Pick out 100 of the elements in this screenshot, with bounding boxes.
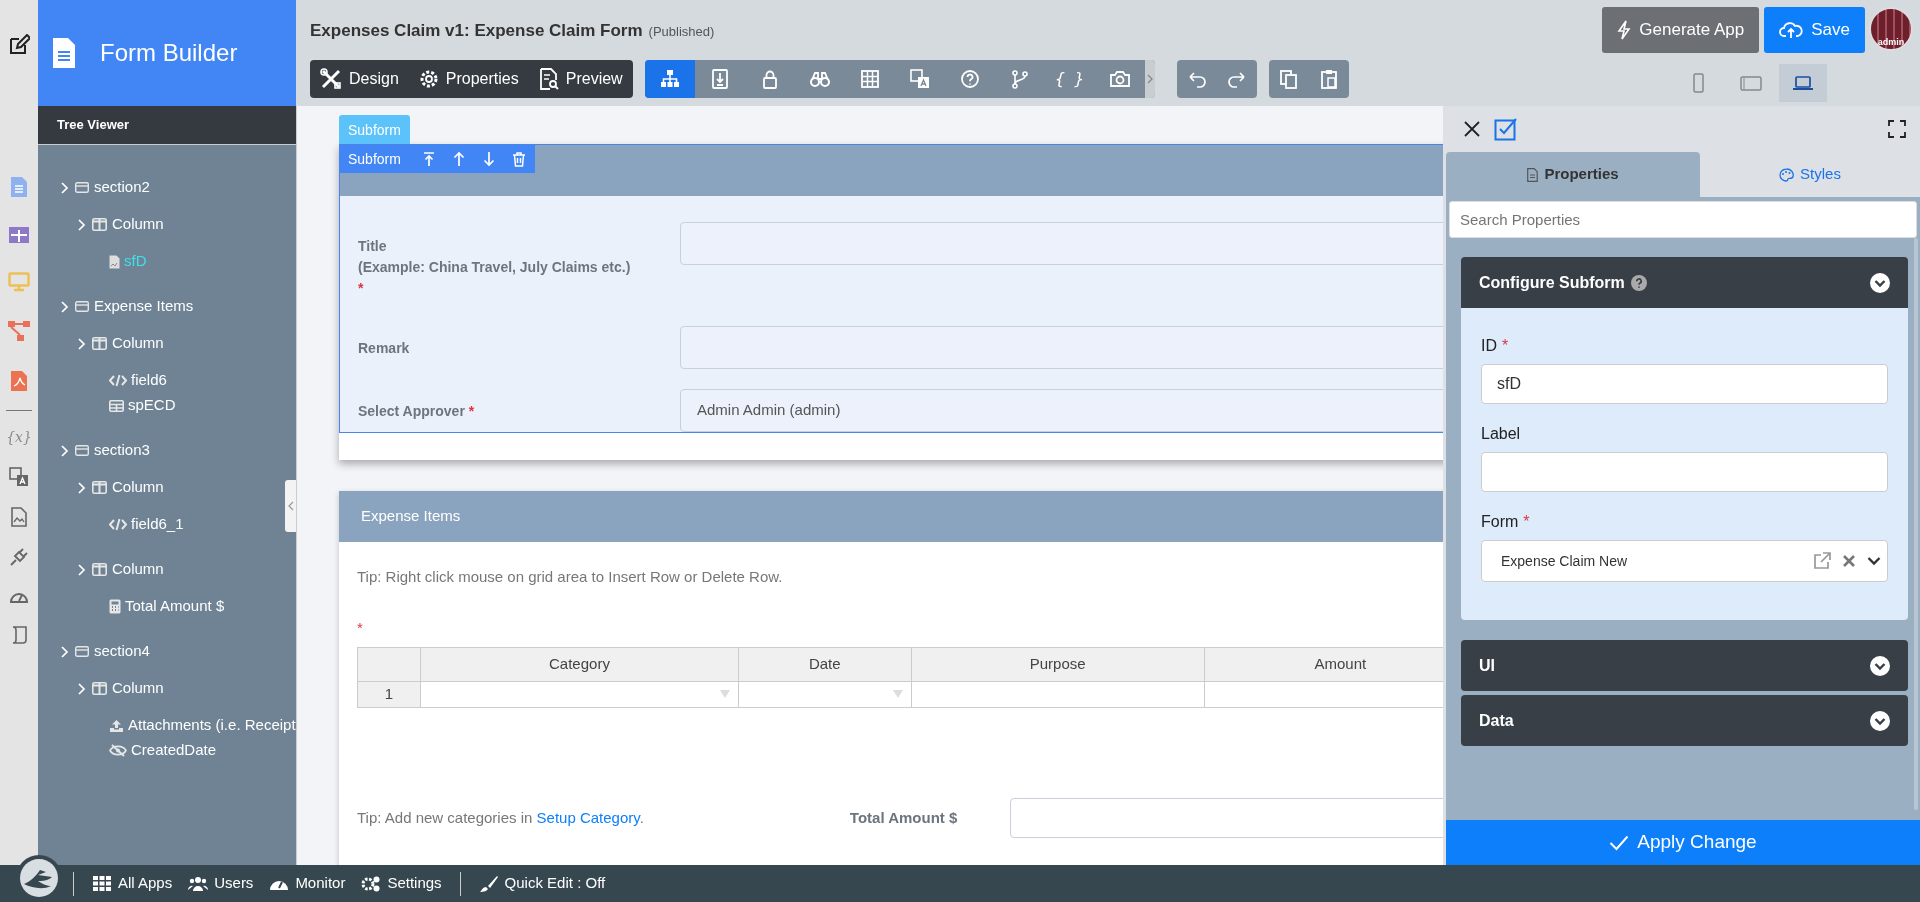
collapse-handle[interactable]	[285, 480, 296, 532]
accordion-header[interactable]: Data	[1461, 695, 1908, 746]
tree-item[interactable]: spECD	[38, 393, 176, 418]
translate-icon	[9, 467, 29, 487]
chevron-down-icon[interactable]	[1870, 272, 1890, 293]
tree-item[interactable]: Column	[38, 670, 164, 707]
file-icon	[1527, 167, 1539, 182]
tree-item[interactable]: sfD	[38, 249, 147, 274]
mode-button[interactable]: Preview	[528, 60, 633, 98]
input-field[interactable]: sfD	[1481, 364, 1888, 404]
plug-icon	[9, 547, 29, 567]
clear-icon[interactable]	[1843, 555, 1855, 567]
tree-item[interactable]: Column	[38, 469, 164, 506]
generate-button[interactable]: Generate App	[1602, 7, 1760, 53]
external-link-icon[interactable]	[1813, 552, 1831, 570]
tab[interactable]: Properties	[1446, 152, 1700, 197]
laptop-icon	[1792, 73, 1814, 93]
panel-icon	[75, 445, 89, 456]
column-header: Purpose	[911, 647, 1205, 682]
code-icon	[109, 374, 127, 387]
tree-item[interactable]: Attachments (i.e. Receipt	[38, 713, 296, 738]
data-grid[interactable]: Category Date Purpose Amount 1	[357, 647, 1443, 708]
tree-item[interactable]: section3	[38, 432, 150, 469]
tree-item[interactable]: field6_1	[38, 512, 184, 537]
input-field[interactable]: Admin Admin (admin)	[680, 389, 1443, 432]
table-icon	[859, 69, 880, 89]
device-button[interactable]	[1779, 64, 1827, 102]
accordion-title: Data	[1479, 710, 1514, 731]
tree-item[interactable]: Column	[38, 551, 164, 588]
footer-link[interactable]: Monitor	[261, 872, 354, 895]
field-label: Total Amount $	[849, 807, 959, 828]
chevron-down-icon[interactable]	[1870, 710, 1890, 731]
hierarchy-icon	[659, 69, 680, 89]
code-tool-button[interactable]: { }	[1044, 60, 1095, 98]
select-field[interactable]: Expense Claim New	[1481, 540, 1888, 582]
chevron-down-icon[interactable]	[1870, 655, 1890, 676]
variables-icon[interactable]: {x}	[6, 427, 32, 447]
footer-link[interactable]: Settings	[353, 872, 450, 895]
input-field[interactable]	[1481, 452, 1888, 492]
avatar[interactable]: admin	[1869, 7, 1913, 51]
footer-link[interactable]: Users	[180, 872, 262, 895]
clipboard-icon	[1318, 69, 1339, 89]
tree-item[interactable]: Column	[38, 325, 164, 362]
camera-icon	[1109, 69, 1130, 89]
lightning-icon	[1617, 20, 1632, 40]
tree-item[interactable]: section2	[38, 169, 150, 206]
chevron-down-icon[interactable]	[1867, 556, 1881, 566]
field-label: Form	[1481, 512, 1519, 532]
tree-item[interactable]: Column	[38, 206, 164, 243]
field-label: Label	[1481, 424, 1521, 444]
accordion-title: Configure Subform	[1479, 272, 1625, 293]
grid-cell[interactable]	[738, 681, 912, 708]
element-tab[interactable]: Subform	[339, 115, 410, 144]
field-label: Select Approver	[358, 402, 465, 421]
field-label: ID	[1481, 336, 1497, 356]
table-icon	[109, 399, 124, 412]
tab[interactable]: Styles	[1700, 152, 1920, 197]
apply-button[interactable]: Apply Change	[1446, 820, 1920, 865]
fullscreen-icon[interactable]	[1888, 120, 1906, 138]
tool-button[interactable]	[644, 60, 695, 98]
tree-item[interactable]: Expense Items	[38, 288, 194, 325]
mode-button[interactable]: Design	[310, 60, 409, 98]
footer-link[interactable]: Quick Edit : Off	[470, 872, 614, 895]
tree-item[interactable]: section4	[38, 633, 150, 670]
brush-icon	[478, 875, 499, 892]
field-hint: (Example: China Travel, July Claims etc.)	[358, 258, 632, 277]
input-field[interactable]	[680, 222, 1443, 265]
accordion-header[interactable]: Configure Subform	[1461, 257, 1908, 308]
panel-icon	[75, 301, 89, 312]
save-button[interactable]: Save	[1764, 7, 1865, 53]
footer-link[interactable]: All Apps	[84, 872, 181, 895]
trash-icon[interactable]	[510, 151, 527, 167]
accordion-header[interactable]: UI	[1461, 640, 1908, 691]
input-field[interactable]	[680, 326, 1443, 369]
grid-cell[interactable]	[420, 681, 739, 708]
columns-icon	[92, 481, 107, 494]
grid-cell[interactable]	[911, 681, 1205, 708]
checkbox-icon[interactable]	[1494, 117, 1518, 141]
column-header: Amount	[1204, 647, 1443, 682]
tree-item[interactable]: field6	[38, 368, 167, 393]
search-field[interactable]: Search Properties	[1449, 201, 1917, 238]
section-title: Expense Items	[361, 506, 461, 527]
tools-icon	[320, 68, 342, 90]
eye-slash-icon	[109, 744, 127, 757]
help-icon	[959, 69, 980, 89]
panel-title: Tree Viewer	[57, 116, 130, 135]
setup-link[interactable]: Setup Category	[536, 808, 640, 826]
input-field[interactable]	[1009, 798, 1443, 838]
check-icon	[1609, 834, 1630, 851]
mode-button[interactable]: Properties	[408, 60, 529, 98]
tree-item[interactable]: Total Amount $	[38, 594, 225, 619]
required-mark: *	[1502, 336, 1509, 356]
gear-icon	[418, 69, 439, 89]
tree-item[interactable]: CreatedDate	[38, 738, 217, 763]
columns-icon	[92, 682, 107, 695]
row-number: 1	[357, 681, 421, 708]
calculator-icon	[109, 599, 121, 614]
close-icon[interactable]	[1464, 121, 1480, 137]
chevron-right-icon[interactable]	[1146, 74, 1153, 84]
required-mark: *	[358, 279, 365, 298]
